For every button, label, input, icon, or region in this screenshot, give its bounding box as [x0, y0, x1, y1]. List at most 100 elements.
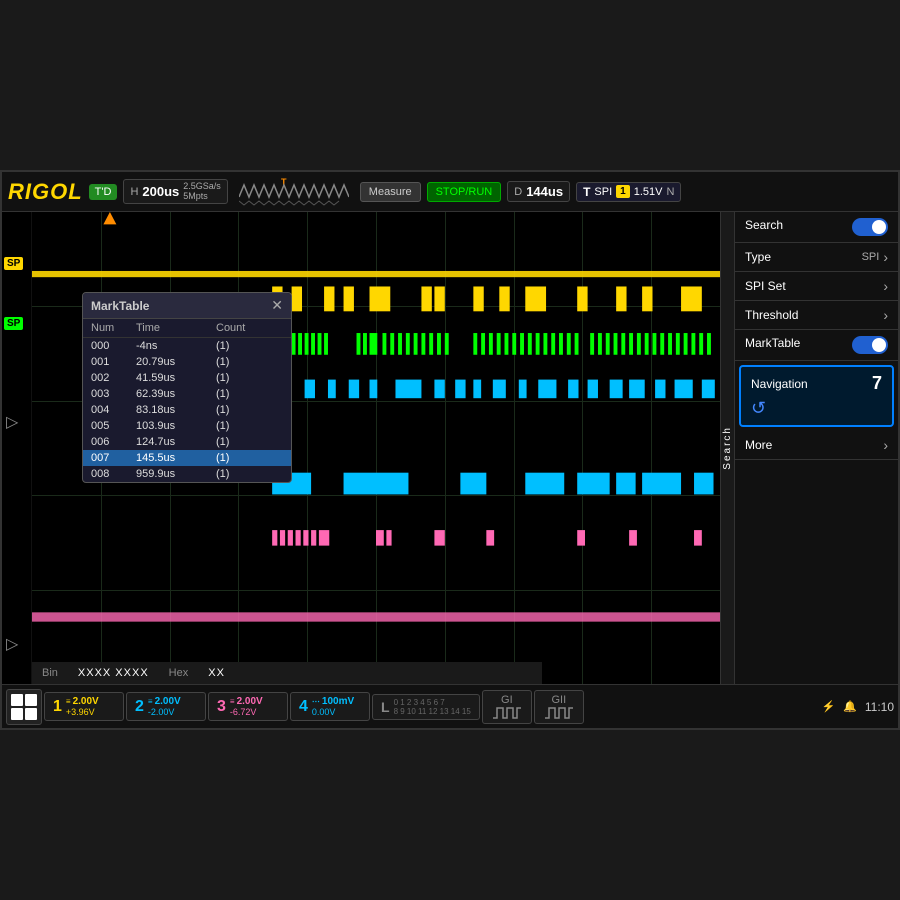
ch2-pulses — [272, 333, 711, 355]
gii-btn[interactable]: GII — [534, 690, 584, 724]
search-section: Search — [735, 212, 898, 243]
ch1-btn[interactable]: 1 ≡2.00V +3.96V — [44, 692, 124, 721]
ch3-btn[interactable]: 3 ≡2.00V -6.72V — [208, 692, 288, 721]
ch1-info: ≡2.00V +3.96V — [66, 696, 99, 717]
ch2-btn[interactable]: 2 ≡2.00V -2.00V — [126, 692, 206, 721]
row-time: 145.5us — [136, 452, 216, 464]
horizontal-section[interactable]: H 200us 2.5GSa/s 5Mpts — [123, 179, 227, 205]
col-time: Time — [136, 322, 216, 334]
row-count: (1) — [216, 468, 276, 480]
gi-btn[interactable]: GI — [482, 690, 532, 724]
waveform-preview: T — [234, 177, 354, 207]
top-bar: RIGOL T'D H 200us 2.5GSa/s 5Mpts T Measu… — [2, 172, 898, 212]
search-toggle[interactable] — [852, 218, 888, 236]
stoprun-button[interactable]: STOP/RUN — [427, 182, 502, 202]
ch3-pulses — [272, 380, 715, 399]
mark-table-row[interactable]: 00241.59us(1) — [83, 370, 291, 386]
logic-btn[interactable]: L 0 1 2 3 4 5 6 7 8 9 10 11 12 13 14 15 — [372, 694, 480, 720]
gi-label: GI — [501, 694, 513, 706]
trigger-label: T — [583, 185, 590, 199]
type-value-row: SPI › — [862, 249, 888, 265]
row-count: (1) — [216, 340, 276, 352]
row-time: 20.79us — [136, 356, 216, 368]
navigation-box: Navigation 7 ↺ — [739, 365, 894, 427]
main-area: SP SP ▷ ▷ — [2, 212, 898, 684]
ch3-arrow: ▷ — [6, 412, 18, 432]
mark-table-close-btn[interactable]: ✕ — [271, 297, 283, 314]
mark-table-row[interactable]: 000-4ns(1) — [83, 338, 291, 354]
mark-table-row[interactable]: 00362.39us(1) — [83, 386, 291, 402]
gi-waveform-icon — [493, 706, 521, 720]
trigger-type: SPI — [594, 186, 612, 198]
panel-content: Search Type SPI › — [735, 212, 898, 684]
row-count: (1) — [216, 420, 276, 432]
marktable-section: MarkTable — [735, 330, 898, 361]
search-row: Search — [745, 218, 888, 236]
nav-prev-btn[interactable]: ↺ — [751, 398, 766, 419]
logic-channels: 0 1 2 3 4 5 6 7 8 9 10 11 12 13 14 15 — [394, 698, 471, 716]
marktable-row: MarkTable — [745, 336, 888, 354]
memory: 5Mpts — [183, 192, 221, 202]
ch1-decode-bar — [32, 271, 720, 277]
bin-value: XXXX XXXX — [78, 667, 149, 679]
preview-svg: T — [239, 177, 349, 207]
ch3-volt-row: ≡2.00V — [230, 696, 263, 707]
row-num: 001 — [91, 356, 136, 368]
row-time: 959.9us — [136, 468, 216, 480]
time-display: 11:10 — [865, 700, 894, 714]
mark-table-row[interactable]: 008959.9us(1) — [83, 466, 291, 482]
row-num: 007 — [91, 452, 136, 464]
mark-table-row[interactable]: 005103.9us(1) — [83, 418, 291, 434]
ch1-offset: +3.96V — [66, 707, 99, 717]
mark-table-columns: Num Time Count — [83, 319, 291, 338]
delay-section[interactable]: D 144us — [507, 181, 570, 202]
measure-button[interactable]: Measure — [360, 182, 421, 202]
grid-dot-3 — [11, 708, 23, 720]
row-num: 002 — [91, 372, 136, 384]
hex-value: XX — [208, 667, 225, 679]
ch2-num: 2 — [135, 698, 144, 716]
row-time: 41.59us — [136, 372, 216, 384]
search-toggle-knob — [872, 220, 886, 234]
grid-view-btn[interactable] — [6, 689, 42, 725]
col-count: Count — [216, 322, 276, 334]
grid-dot-1 — [11, 694, 23, 706]
ch4-arrow: ▷ — [6, 634, 18, 654]
logic-label: L — [381, 699, 390, 715]
search-sidebar: Search — [721, 212, 735, 684]
ch2-offset: -2.00V — [148, 707, 181, 717]
trigger-ch-badge: 1 — [616, 185, 630, 198]
mark-table-row[interactable]: 00483.18us(1) — [83, 402, 291, 418]
logic-ch-top: 0 1 2 3 4 5 6 7 — [394, 698, 471, 707]
ch4-volt: 100mV — [322, 696, 354, 707]
mark-table-title: MarkTable — [91, 299, 149, 313]
ch4-btn[interactable]: 4 ⋯100mV 0.00V — [290, 692, 370, 721]
grid-dot-2 — [25, 694, 37, 706]
mark-table-row[interactable]: 00120.79us(1) — [83, 354, 291, 370]
col-num: Num — [91, 322, 136, 334]
spi-set-item[interactable]: SPI Set › — [735, 272, 898, 301]
rigol-logo: RIGOL — [8, 179, 83, 205]
more-item[interactable]: More › — [735, 431, 898, 460]
row-time: 103.9us — [136, 420, 216, 432]
row-count: (1) — [216, 452, 276, 464]
type-item[interactable]: Type SPI › — [735, 243, 898, 272]
threshold-item[interactable]: Threshold › — [735, 301, 898, 330]
type-value: SPI — [862, 251, 880, 263]
delay-value: 144us — [526, 184, 563, 199]
mark-table-header: MarkTable ✕ — [83, 293, 291, 319]
more-label: More — [745, 438, 772, 452]
ch4-volt-row: ⋯100mV — [312, 696, 354, 707]
trigger-section[interactable]: T SPI 1 1.51V N — [576, 182, 681, 202]
gii-label: GII — [551, 694, 566, 706]
mark-table: MarkTable ✕ Num Time Count 000-4ns(1)001… — [82, 292, 292, 483]
nav-controls: ↺ — [751, 398, 882, 419]
row-num: 004 — [91, 404, 136, 416]
spi-set-arrow: › — [883, 278, 888, 294]
mark-table-row[interactable]: 006124.7us(1) — [83, 434, 291, 450]
ch2-marker: SP — [4, 317, 23, 330]
ch1-pulses — [272, 286, 702, 311]
marktable-toggle[interactable] — [852, 336, 888, 354]
nav-number: 7 — [872, 373, 882, 394]
mark-table-row[interactable]: 007145.5us(1) — [83, 450, 291, 466]
